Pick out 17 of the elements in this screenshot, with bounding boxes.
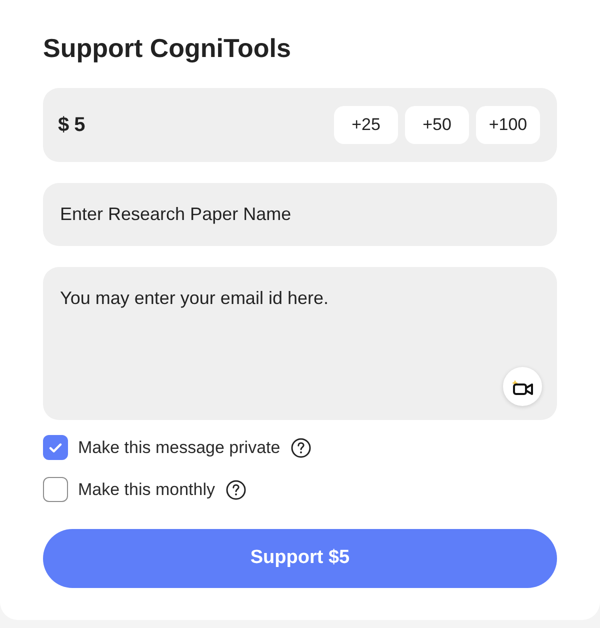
option-label: Make this monthly	[78, 478, 215, 501]
preset-amount-button[interactable]: +100	[476, 106, 540, 144]
message-field[interactable]: You may enter your email id here.	[43, 267, 557, 420]
preset-amount-button[interactable]: +25	[334, 106, 398, 144]
help-icon[interactable]	[226, 480, 246, 500]
option-label: Make this message private	[78, 436, 280, 459]
paper-name-field[interactable]: Enter Research Paper Name	[43, 183, 557, 246]
preset-amount-button[interactable]: +50	[405, 106, 469, 144]
checkbox[interactable]	[43, 477, 68, 502]
form-title: Support CogniTools	[43, 32, 291, 64]
support-button[interactable]: Support $5	[43, 529, 557, 588]
help-icon[interactable]	[291, 438, 312, 458]
currency-symbol: $	[58, 113, 70, 138]
checkbox[interactable]	[43, 435, 68, 460]
check-icon	[49, 442, 62, 452]
video-camera-icon	[512, 378, 534, 396]
amount-field[interactable]: 5	[74, 110, 194, 140]
